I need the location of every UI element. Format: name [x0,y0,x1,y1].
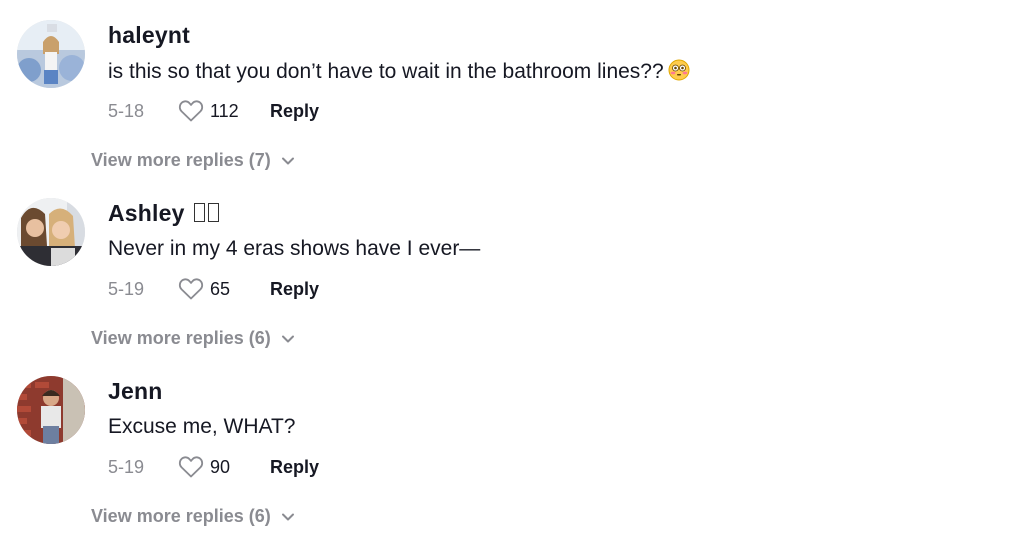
view-more-replies-label: View more replies (6) [91,328,271,348]
avatar[interactable] [17,20,85,88]
comment-date: 5-18 [108,100,145,121]
like-button[interactable]: 65 [178,277,270,301]
flushed-face-emoji-icon [668,59,690,87]
comment-date: 5-19 [108,278,145,299]
view-more-replies-button[interactable]: View more replies (6) [91,328,295,349]
view-more-replies-button[interactable]: View more replies (6) [91,506,295,527]
like-button[interactable]: 90 [178,455,270,479]
flag-icon [191,200,220,226]
view-more-replies-button[interactable]: View more replies (7) [91,150,295,171]
avatar[interactable] [17,376,85,444]
username-label: Ashley [108,200,185,226]
like-count: 65 [210,278,231,299]
comment-date: 5-19 [108,456,145,477]
comment-meta: 5-18 112 Reply [108,98,319,124]
comment-text: is this so that you don’t have to wait i… [108,59,690,87]
comment-item: haleynt is this so that you don’t have t… [0,0,1024,178]
reply-button[interactable]: Reply [270,279,319,300]
like-count: 112 [210,100,239,121]
comment-item: Ashley Never in my 4 eras shows have I e… [0,178,1024,356]
username[interactable]: Jenn [108,378,162,405]
comment-item: Jenn Excuse me, WHAT? 5-19 90 Reply View… [0,356,1024,534]
like-button[interactable]: 112 [178,99,270,123]
like-count: 90 [210,456,231,477]
chevron-down-icon [281,157,294,164]
chevron-down-icon [281,513,294,520]
heart-outline-icon[interactable] [178,99,204,123]
view-more-replies-label: View more replies (7) [91,150,271,170]
comment-meta: 5-19 90 Reply [108,454,319,480]
username[interactable]: Ashley [108,200,220,227]
comment-text: Never in my 4 eras shows have I ever— [108,237,481,260]
view-more-replies-label: View more replies (6) [91,506,271,526]
username[interactable]: haleynt [108,22,190,49]
reply-button[interactable]: Reply [270,101,319,122]
heart-outline-icon[interactable] [178,455,204,479]
comment-text: Excuse me, WHAT? [108,415,296,438]
chevron-down-icon [281,335,294,342]
reply-button[interactable]: Reply [270,457,319,478]
avatar[interactable] [17,198,85,266]
comment-text-content: is this so that you don’t have to wait i… [108,60,664,83]
comment-meta: 5-19 65 Reply [108,276,319,302]
heart-outline-icon[interactable] [178,277,204,301]
